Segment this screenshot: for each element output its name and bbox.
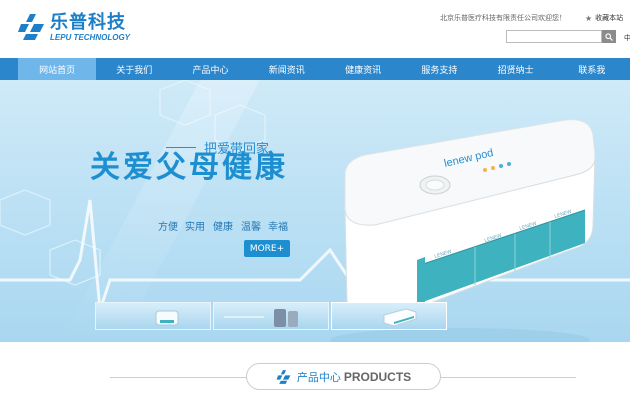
section-divider-right xyxy=(441,377,576,378)
search-icon xyxy=(605,32,613,41)
hero-banner[interactable]: lenew pod LENEW LENEW LENEW LENEW 关爱父母健康… xyxy=(0,80,630,342)
nav-item-jobs[interactable]: 招贤纳士 xyxy=(477,58,553,80)
more-button[interactable]: MORE+ xyxy=(244,240,290,257)
logo-icon xyxy=(18,14,44,40)
keyword: 健康 xyxy=(213,222,233,233)
header: 乐普科技 LEPU TECHNOLOGY 北京乐普医疗科技有限责任公司欢迎您！ … xyxy=(0,0,630,58)
banner-thumbnail[interactable] xyxy=(95,302,211,330)
favorite-link[interactable]: ★ 收藏本站 xyxy=(585,13,623,23)
product-center-icon xyxy=(276,369,291,384)
section-divider-left xyxy=(110,377,246,378)
subtitle-divider xyxy=(166,147,196,148)
nav-item-service[interactable]: 服务支持 xyxy=(401,58,477,80)
welcome-text: 北京乐普医疗科技有限责任公司欢迎您！ xyxy=(440,14,566,22)
logo-subtitle: LEPU TECHNOLOGY xyxy=(50,32,131,42)
search-button[interactable] xyxy=(602,30,616,43)
thumbnail-device-icon xyxy=(383,308,417,327)
nav-item-about[interactable]: 关于我们 xyxy=(96,58,172,80)
logo-title: 乐普科技 xyxy=(50,11,126,33)
nav-item-contact[interactable]: 联系我 xyxy=(554,58,630,80)
keyword: 幸福 xyxy=(268,222,288,233)
main-nav: 网站首页 关于我们 产品中心 新闻资讯 健康资讯 服务支持 招贤纳士 联系我 xyxy=(0,58,630,80)
thumbnail-device-icon xyxy=(155,310,179,326)
banner-thumbnail[interactable] xyxy=(213,302,329,330)
search-input[interactable] xyxy=(506,30,602,43)
search-box xyxy=(506,30,616,43)
section-title: 产品中心 PRODUCTS xyxy=(246,363,441,390)
nav-item-products[interactable]: 产品中心 xyxy=(172,58,248,80)
star-icon: ★ xyxy=(585,13,593,23)
banner-thumbnail[interactable] xyxy=(331,302,447,330)
section-title-cn: 产品中心 xyxy=(296,370,341,384)
keyword: 温馨 xyxy=(241,222,261,233)
thumbnail-device-icon xyxy=(224,309,298,327)
nav-item-health[interactable]: 健康资讯 xyxy=(325,58,401,80)
nav-item-home[interactable]: 网站首页 xyxy=(18,58,97,80)
keyword: 方便 xyxy=(158,222,178,233)
nav-item-news[interactable]: 新闻资讯 xyxy=(249,58,325,80)
keyword: 实用 xyxy=(185,222,205,233)
language-switch[interactable]: 中 xyxy=(624,33,630,43)
logo[interactable]: 乐普科技 LEPU TECHNOLOGY xyxy=(18,12,130,42)
banner-thumbnails xyxy=(95,302,449,330)
favorite-label: 收藏本站 xyxy=(595,14,624,22)
banner-subtitle: 把爱带回家 xyxy=(204,142,270,157)
section-title-en: PRODUCTS xyxy=(343,369,412,384)
